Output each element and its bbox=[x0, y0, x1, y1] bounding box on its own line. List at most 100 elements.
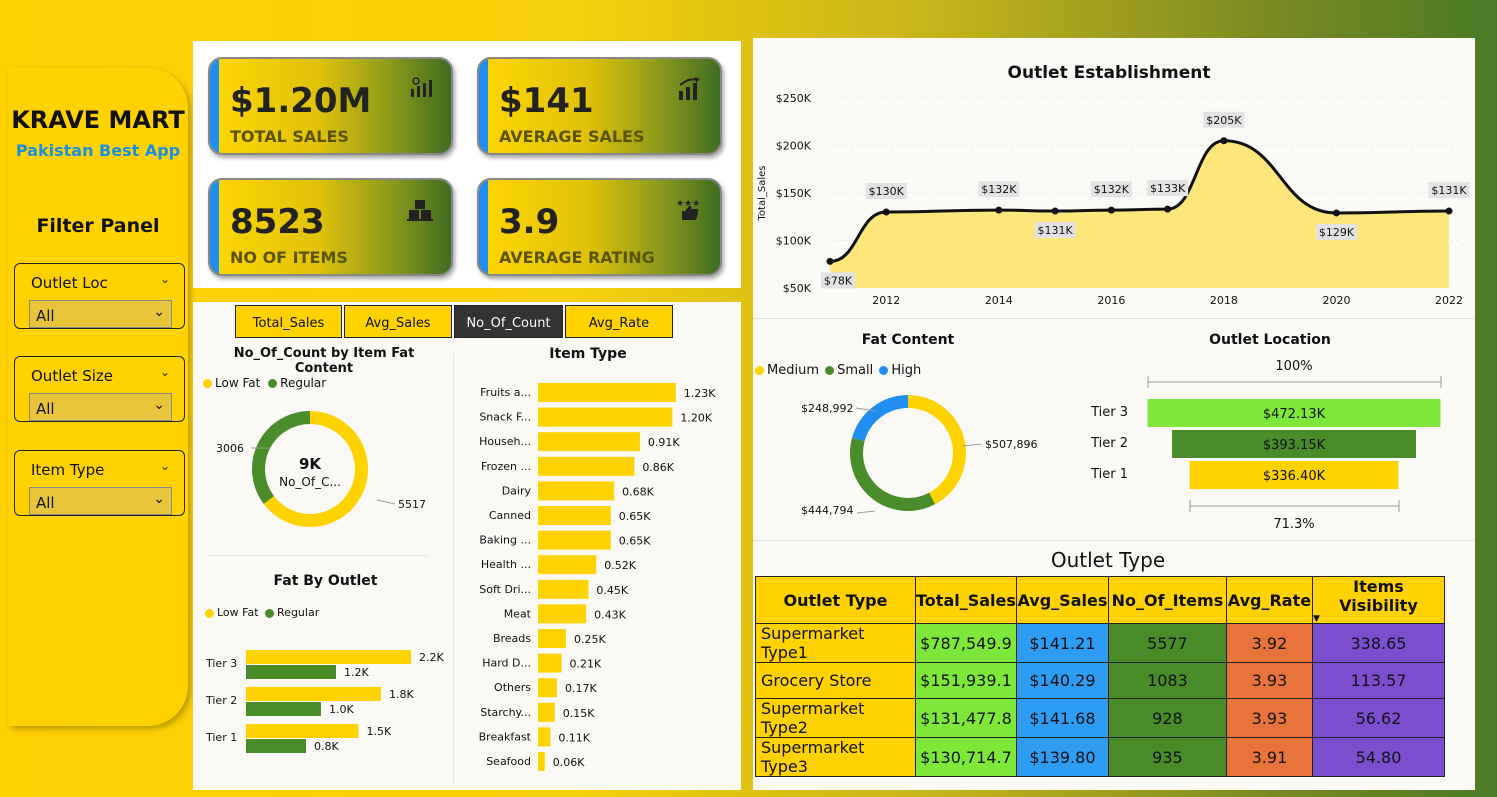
button-no-of-count[interactable]: No_Of_Count bbox=[454, 305, 563, 338]
y-axis-label: Total_Sales bbox=[757, 166, 768, 222]
fat-count-donut-chart: 9K No_Of_C... 5517 3006 bbox=[216, 411, 426, 527]
fat-by-outlet-title: Fat By Outlet bbox=[273, 573, 378, 589]
table-cell: 5577 bbox=[1107, 623, 1227, 663]
table-cell: 3.91 bbox=[1225, 737, 1313, 777]
button-avg-sales[interactable]: Avg_Sales bbox=[344, 305, 452, 338]
data-point bbox=[1051, 207, 1059, 215]
donut-center-label: No_Of_C... bbox=[279, 475, 341, 489]
slicer-label: Item Type bbox=[31, 461, 105, 479]
bar-label: 2.2K bbox=[419, 651, 444, 664]
filter-sidebar: KRAVE MART Pakistan Best App Filter Pane… bbox=[8, 68, 188, 726]
chart-title: Outlet Establishment bbox=[1008, 63, 1211, 83]
column-header[interactable]: Avg_Sales bbox=[1015, 576, 1109, 624]
outlet-loc-dropdown[interactable]: All ⌄ bbox=[29, 300, 172, 328]
bar-item-type bbox=[538, 702, 555, 722]
category-label: Health ... bbox=[481, 558, 531, 571]
outlet-type-title: Outlet Type bbox=[1050, 548, 1166, 572]
table-cell: 1083 bbox=[1107, 662, 1227, 699]
thumbs-up-stars-icon: ★★★ bbox=[676, 198, 702, 227]
sort-desc-icon[interactable]: ▼ bbox=[1313, 615, 1444, 624]
donut-label-medium: $507,896 bbox=[985, 438, 1038, 451]
kpi-value: 3.9 bbox=[499, 202, 560, 242]
bar-label: 0.43K bbox=[594, 608, 626, 621]
legend-small: Small bbox=[837, 363, 874, 378]
bar-label: 1.0K bbox=[329, 703, 354, 716]
bar-label: 0.65K bbox=[619, 535, 651, 548]
chevron-down-icon[interactable]: ⌄ bbox=[160, 272, 170, 286]
bar-label: 0.65K bbox=[619, 510, 651, 523]
slicer-outlet-loc[interactable]: Outlet Loc ⌄ All ⌄ bbox=[14, 263, 185, 329]
kpi-total-sales: $1.20M TOTAL SALES bbox=[208, 57, 453, 155]
table-cell: 928 bbox=[1107, 698, 1227, 738]
x-tick-label: 2012 bbox=[872, 294, 900, 307]
table-cell: 338.65 bbox=[1311, 623, 1446, 663]
column-header[interactable]: Avg_Rate bbox=[1225, 576, 1313, 624]
data-label: $132K bbox=[1094, 183, 1130, 196]
bar-item-type bbox=[538, 530, 611, 550]
table-cell: 113.57 bbox=[1311, 662, 1446, 699]
bar-item-type bbox=[538, 506, 611, 525]
y-tick-label: $250K bbox=[776, 92, 812, 105]
data-label: $205K bbox=[1206, 114, 1242, 127]
kpi-no-of-items: 8523 NO OF ITEMS bbox=[208, 178, 453, 276]
x-tick-label: 2020 bbox=[1322, 294, 1350, 307]
fat-content-legend: Medium Small High bbox=[755, 363, 921, 378]
bar-label: 0.11K bbox=[558, 731, 590, 744]
bar-label: 0.8K bbox=[314, 740, 339, 753]
table-cell: Supermarket Type2 bbox=[754, 698, 917, 738]
donut-label-regular: 3006 bbox=[216, 442, 244, 455]
table-cell: 935 bbox=[1107, 737, 1227, 777]
category-label: Baking ... bbox=[479, 534, 531, 547]
fat-content-donut-chart: $507,896 $444,794 $248,992 bbox=[801, 395, 1038, 517]
chevron-down-icon[interactable]: ⌄ bbox=[160, 365, 170, 379]
category-label: Starchy... bbox=[480, 706, 531, 719]
bar-label: 0.45K bbox=[596, 584, 628, 597]
outlet-size-dropdown[interactable]: All ⌄ bbox=[29, 393, 172, 421]
slicer-outlet-size[interactable]: Outlet Size ⌄ All ⌄ bbox=[14, 356, 185, 422]
bar-label: 0.06K bbox=[553, 756, 585, 769]
kpi-label: TOTAL SALES bbox=[230, 127, 349, 146]
donut-label-low-fat: 5517 bbox=[398, 498, 426, 511]
bar-label: 0.86K bbox=[642, 461, 674, 474]
item-type-dropdown[interactable]: All ⌄ bbox=[29, 487, 172, 515]
kpi-label: NO OF ITEMS bbox=[230, 248, 348, 267]
bar-label: 0.21K bbox=[570, 658, 602, 671]
x-tick-label: 2018 bbox=[1210, 294, 1238, 307]
kpi-average-rating: 3.9 AVERAGE RATING ★★★ bbox=[477, 178, 722, 276]
y-tick-label: $200K bbox=[776, 140, 812, 153]
button-avg-rate[interactable]: Avg_Rate bbox=[565, 305, 673, 338]
bar-item-type bbox=[538, 555, 597, 575]
slicer-item-type[interactable]: Item Type ⌄ All ⌄ bbox=[14, 450, 185, 516]
tier-label: Tier 1 bbox=[1090, 467, 1128, 482]
category-label: Tier 2 bbox=[205, 694, 237, 707]
button-total-sales[interactable]: Total_Sales bbox=[235, 305, 342, 338]
chevron-down-icon[interactable]: ⌄ bbox=[160, 459, 170, 473]
kpi-label: AVERAGE RATING bbox=[499, 248, 655, 267]
bar-item-type bbox=[538, 678, 558, 698]
table-cell: $151,939.1 bbox=[915, 662, 1017, 699]
bar-item-type bbox=[538, 481, 615, 501]
bar-label: 0.17K bbox=[565, 682, 597, 695]
data-label: $133K bbox=[1150, 182, 1186, 195]
outlet-type-table: Outlet Type Total_Sales Avg_Sales No_Of_Ite… bbox=[754, 576, 1446, 777]
column-header[interactable]: Total_Sales bbox=[915, 576, 1017, 624]
data-point bbox=[995, 206, 1003, 214]
tier-label: Tier 2 bbox=[1090, 436, 1128, 451]
table-cell: $140.29 bbox=[1015, 662, 1109, 699]
table-row: Grocery Store $151,939.1 $140.29 1083 3.93 11… bbox=[754, 662, 1446, 699]
kpi-label: AVERAGE SALES bbox=[499, 127, 645, 146]
item-type-bar-chart: Fruits a... 1.23K Snack F... 1.20K Househ...… bbox=[479, 383, 716, 771]
tier-label: Tier 3 bbox=[1090, 405, 1128, 420]
item-type-title: Item Type bbox=[549, 346, 627, 362]
bar-item-type bbox=[538, 727, 551, 747]
bar-label: 0.91K bbox=[648, 436, 680, 449]
column-header[interactable]: No_Of_Items bbox=[1107, 576, 1227, 624]
bar-item-type bbox=[538, 579, 589, 599]
donut-label-small: $444,794 bbox=[801, 504, 854, 517]
boxes-icon bbox=[407, 198, 433, 227]
column-header[interactable]: Outlet Type bbox=[754, 576, 917, 624]
column-header[interactable]: Items Visibility ▼ bbox=[1311, 576, 1446, 624]
data-point bbox=[1107, 206, 1115, 214]
bar-item-type bbox=[538, 456, 635, 476]
outlet-location-funnel-chart: 100% Tier 3 $472.13K Tier 2 $393.15K Tier 1 $… bbox=[1090, 359, 1442, 532]
